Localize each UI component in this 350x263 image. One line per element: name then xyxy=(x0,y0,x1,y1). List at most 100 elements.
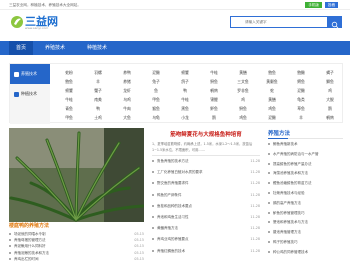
nav-breeding[interactable]: 养殖技术 xyxy=(36,41,74,55)
category-link[interactable]: 鲫鱼 xyxy=(317,77,343,86)
category-link[interactable]: 鸡鱼 xyxy=(230,113,256,122)
category-link[interactable]: 鹌鹑 xyxy=(201,86,227,95)
category-link[interactable]: 黄鳝 xyxy=(230,68,256,77)
list-item[interactable]: 鸭鱼的产卵条件 xyxy=(152,192,182,199)
headline-title[interactable]: 筋吻鲟夏花与大规格鱼种培育 xyxy=(152,130,260,138)
list-item[interactable]: 水产养殖的病防治与一水产管 xyxy=(268,151,319,158)
category-link[interactable]: 牛肉 xyxy=(114,104,140,113)
category-link[interactable]: 蝎子 xyxy=(317,68,343,77)
category-link[interactable]: 猴鱼 xyxy=(143,104,169,113)
featured-caption[interactable]: 楼庭鸭的养殖方法 xyxy=(9,222,144,230)
category-link[interactable]: 泥鳅 xyxy=(143,68,169,77)
category-link[interactable]: 鸭 xyxy=(85,104,111,113)
category-link[interactable]: 黄颡鱼 xyxy=(259,77,285,86)
category-link[interactable]: 鸡 xyxy=(317,86,343,95)
list-item[interactable]: 种公鸡的饲养管理技术 xyxy=(268,249,308,256)
category-link[interactable]: 乌龟 xyxy=(143,113,169,122)
nav-planting[interactable]: 种植技术 xyxy=(78,41,116,55)
category-link[interactable]: 鸡鱼 xyxy=(259,104,285,113)
list-item[interactable]: 鳖池养殖管理方法 xyxy=(268,229,301,236)
list-item[interactable]: 鲁鱼养殖的技术方法 xyxy=(152,158,189,165)
list-item[interactable]: 鱼茬和品种的技术要点 xyxy=(152,203,192,210)
tab-breeding[interactable]: 养殖技术 xyxy=(10,64,50,84)
category-link[interactable]: 牛蛙 xyxy=(172,95,198,104)
category-link[interactable]: 鲟鱼 xyxy=(230,104,256,113)
list-item[interactable]: 鸭子的养殖技巧 xyxy=(268,239,298,246)
category-link[interactable]: 鱼 xyxy=(143,86,169,95)
category-link[interactable]: 鳄鱼 xyxy=(288,77,314,86)
list-item[interactable]: 海藻池养殖技术和方法 xyxy=(268,170,308,177)
category-link[interactable]: 牛蛙 xyxy=(201,68,227,77)
category-link[interactable]: 鲍鳅 xyxy=(288,68,314,77)
bullet-icon xyxy=(268,143,270,145)
category-link[interactable]: 鲈鱼 xyxy=(201,104,227,113)
list-item[interactable]: 牡蛎养殖技术与经验 xyxy=(268,190,305,197)
category-link[interactable]: 螃蟹 xyxy=(172,68,198,77)
category-link[interactable]: 鸽子 xyxy=(172,77,198,86)
category-link[interactable]: 泥鳅 xyxy=(259,113,285,122)
search-button[interactable] xyxy=(328,16,342,29)
category-link[interactable]: 小龙 xyxy=(172,113,198,122)
category-link[interactable]: 蛇 xyxy=(259,86,285,95)
category-link[interactable]: 甲鱼 xyxy=(56,113,82,122)
list-item[interactable]: 鲤鱼池塘鲟鱼的育苗方法 xyxy=(268,180,312,187)
category-link[interactable]: 黄鳝 xyxy=(259,95,285,104)
category-link[interactable]: 黑鱼 xyxy=(172,104,198,113)
category-link[interactable]: 锦鲤 xyxy=(201,95,227,104)
list-item[interactable]: 养池和鸡鱼生活习性 xyxy=(152,214,189,221)
category-link[interactable]: 青鱼 xyxy=(56,104,82,113)
category-link[interactable]: 鸡 xyxy=(230,95,256,104)
category-link[interactable]: 鸭 xyxy=(172,86,198,95)
nav-home[interactable]: 首页 xyxy=(9,41,33,55)
list-item[interactable]: 养鸡业鸡的养殖要点 xyxy=(152,236,189,243)
list-item[interactable]: 工厂化养殖白鲢对水质的要求 xyxy=(152,169,203,176)
site-logo[interactable]: 三益网 www.sanyi.com xyxy=(10,13,58,33)
category-link[interactable]: 三文鱼 xyxy=(230,77,256,86)
list-item[interactable]: 野交鱼的养殖要求件 xyxy=(152,180,189,187)
list-item[interactable]: 养殖红鲷鱼的技术 xyxy=(152,248,185,255)
list-item[interactable]: 蟹池和养殖技术与方法 xyxy=(268,219,308,226)
category-link[interactable]: 养猪 xyxy=(114,77,140,86)
featured-image[interactable] xyxy=(9,128,144,222)
category-link[interactable]: 养鸭 xyxy=(114,68,140,77)
mobile-link[interactable]: 手机版 xyxy=(305,2,322,8)
list-item[interactable]: 鲈鱼的养殖管理技巧 xyxy=(268,210,305,217)
category-link[interactable]: 鲍鱼 xyxy=(259,68,285,77)
category-link[interactable]: 大鲵 xyxy=(317,95,343,104)
category-link[interactable]: 蟹子 xyxy=(85,86,111,95)
category-link[interactable]: 兔子 xyxy=(143,77,169,86)
category-link[interactable]: 牛蛙 xyxy=(56,95,82,104)
list-item[interactable]: 提高鲟鱼的养殖产量办法 xyxy=(268,161,312,168)
category-link[interactable]: 大鱼 xyxy=(114,113,140,122)
category-link[interactable]: 鲍鱼 xyxy=(56,77,82,86)
category-link[interactable]: 土鸡 xyxy=(85,113,111,122)
category-link[interactable]: 龟类 xyxy=(288,95,314,104)
list-item[interactable]: 鹅的高产养殖方法 xyxy=(268,200,301,207)
search-input[interactable] xyxy=(230,16,328,28)
category-link[interactable]: 羽螺 xyxy=(85,68,111,77)
category-link[interactable]: 南美 xyxy=(85,95,111,104)
category-link[interactable]: 泥鳅 xyxy=(288,86,314,95)
category-link[interactable]: 鲟鱼 xyxy=(201,77,227,86)
submit-link[interactable]: 投稿 xyxy=(325,2,338,8)
category-link[interactable]: 蛇粉 xyxy=(56,68,82,77)
bullet-icon xyxy=(268,221,270,224)
tab-planting[interactable]: 种植技术 xyxy=(10,84,50,104)
search-box xyxy=(230,16,342,29)
category-link[interactable]: 甲鱼 xyxy=(143,95,169,104)
category-link[interactable]: 鹅 xyxy=(317,104,343,113)
category-link[interactable]: 乌鸡 xyxy=(114,95,140,104)
category-link[interactable]: 羊 xyxy=(288,113,314,122)
list-item[interactable]: 鲫鱼养殖新技术 xyxy=(268,141,298,148)
category-link[interactable]: 螃蟹 xyxy=(56,86,82,95)
category-link[interactable]: 鹅 xyxy=(201,113,227,122)
category-link[interactable]: 鹌鹑 xyxy=(317,113,343,122)
main-nav: 首页 养殖技术 种植技术 xyxy=(0,41,350,55)
list-item[interactable]: 黄鳝养殖方法 xyxy=(152,225,178,232)
category-link[interactable]: 草鱼 xyxy=(288,104,314,113)
category-link[interactable]: 羊 xyxy=(85,77,111,86)
category-link[interactable]: 罗非鱼 xyxy=(230,86,256,95)
category-link[interactable]: 龙虾 xyxy=(114,86,140,95)
bullet-icon xyxy=(268,201,270,204)
list-item[interactable]: 养鸡出栏的时间 xyxy=(9,256,39,263)
